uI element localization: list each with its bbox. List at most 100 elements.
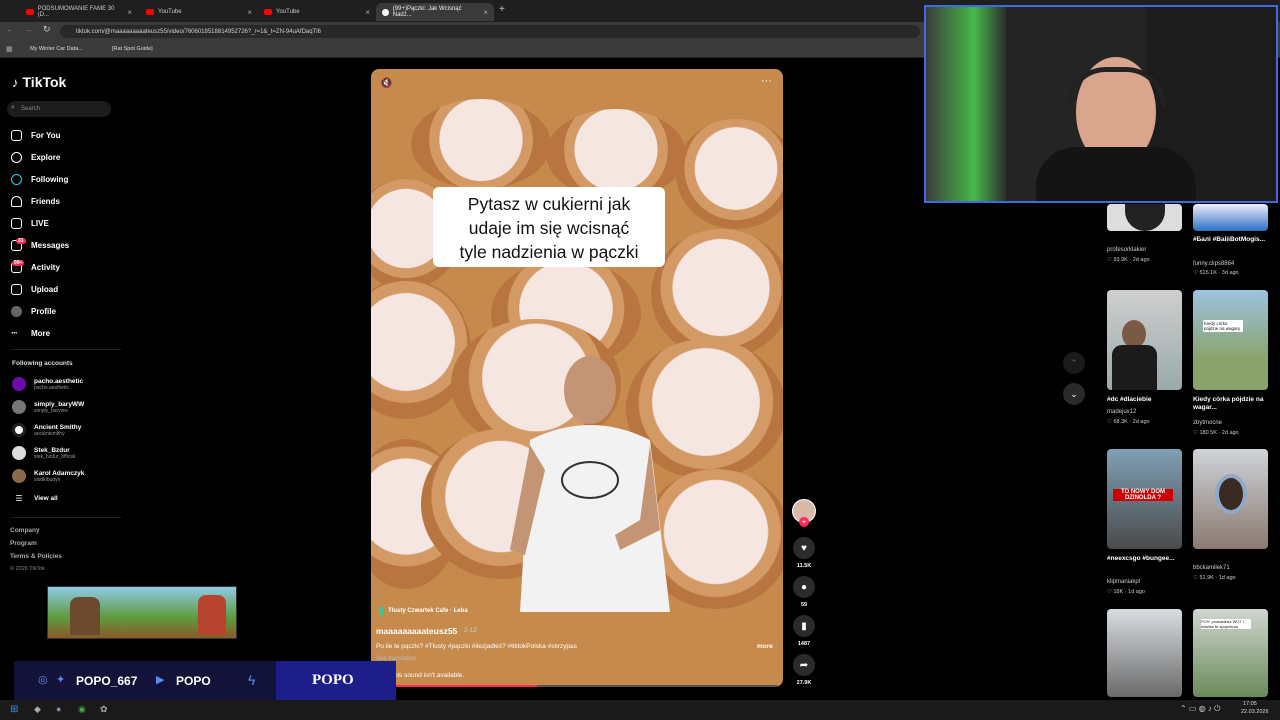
footer-program[interactable]: Program — [10, 540, 37, 547]
video-user[interactable]: zbytmocne — [1193, 420, 1222, 426]
tab-fame30[interactable]: PODSUMOWANIE FAME 30 (D... × — [20, 3, 138, 21]
location-icon — [379, 607, 383, 615]
bookmark-item[interactable]: [Rat Spot Guide] — [112, 46, 153, 52]
video-title[interactable]: #dc #dlaciebie — [1107, 396, 1179, 404]
video-user[interactable]: bbckamilek71 — [1193, 565, 1230, 571]
friends-icon — [11, 196, 22, 207]
video-author[interactable]: maaaaaaaaateusz55 — [376, 626, 457, 636]
following-accounts-heading: Following accounts — [12, 360, 73, 367]
app-icon[interactable]: ◆ — [34, 704, 41, 715]
apps-grid-icon[interactable]: ▦ — [6, 45, 13, 53]
more-link[interactable]: more — [757, 643, 773, 650]
nav-following[interactable]: Following — [11, 174, 68, 185]
reload-icon[interactable]: ↻ — [43, 24, 51, 35]
video-stats: ♡ 51.9K · 1d ago — [1193, 575, 1236, 581]
save-button[interactable]: ▮ — [793, 615, 815, 637]
video-title[interactable]: Kiedy córka pójdzie na wagar... — [1193, 396, 1265, 412]
video-date: 2-12 — [464, 627, 478, 634]
app-icon[interactable]: ✿ — [100, 704, 108, 715]
account-item[interactable]: Ancient Smithy ancientsmithy — [12, 423, 81, 437]
tiktok-logo[interactable]: ♪ TikTok — [12, 74, 66, 90]
character-figure — [198, 595, 226, 635]
video-user[interactable]: klipmaniakpl — [1107, 579, 1140, 585]
nav-live[interactable]: LIVE — [11, 218, 49, 229]
man-figure — [510, 356, 670, 612]
nav-more[interactable]: ··· More — [11, 328, 50, 338]
nav-for-you[interactable]: For You — [11, 130, 60, 141]
address-bar[interactable]: tiktok.com/@maaaaaaaaateusz55/video/7606… — [60, 25, 920, 38]
avatar — [12, 400, 26, 414]
tray-icons[interactable]: ⌃ ▭ ◍ ♪ ⏻ — [1180, 704, 1220, 714]
video-thumbnail[interactable] — [1193, 449, 1268, 549]
app-icon[interactable]: ● — [56, 704, 61, 714]
video-thumbnail[interactable]: POV: prowadzisz WOT i widzisz te spojrze… — [1193, 609, 1268, 697]
video-user[interactable]: funny.clips8864 — [1193, 261, 1234, 267]
previous-video-button[interactable]: ⌃ — [1063, 352, 1085, 374]
video-stats: ♡ 18K · 1d ago — [1107, 589, 1145, 595]
sound-status: This sound isn't available. — [390, 672, 465, 679]
account-item[interactable]: simply_baryWW simply_baryww — [12, 400, 84, 414]
chevron-up-icon: ⌃ — [1070, 358, 1078, 368]
comment-icon: ● — [800, 581, 808, 593]
view-all-link[interactable]: ☰ View all — [12, 494, 57, 503]
video-user[interactable]: profesorklakier — [1107, 247, 1146, 253]
close-tab-icon[interactable]: × — [247, 8, 252, 17]
bookmark-icon: ▮ — [801, 620, 807, 632]
progress-track[interactable] — [376, 685, 778, 687]
back-icon[interactable]: ← — [6, 25, 14, 34]
compass-icon — [11, 152, 22, 163]
close-tab-icon[interactable]: × — [127, 8, 132, 17]
clock-time[interactable]: 17:05 — [1243, 701, 1257, 707]
account-item[interactable]: pacho.aesthetic pacho.aesthetic — [12, 377, 83, 391]
heart-icon: ♥ — [801, 542, 807, 554]
video-user[interactable]: madejux12 — [1107, 409, 1136, 415]
chrome-icon[interactable]: ◉ — [78, 704, 86, 715]
windows-taskbar: ⊞ ◆ ● ◉ ✿ ⌃ ▭ ◍ ♪ ⏻ 17:05 22.03.2026 — [0, 700, 1280, 720]
mute-icon[interactable]: 🔇 — [380, 78, 392, 89]
nav-explore[interactable]: Explore — [11, 152, 60, 163]
video-thumbnail[interactable] — [1107, 609, 1182, 697]
video-thumbnail[interactable]: TO NOWY DOM DZINOLDA ? — [1107, 449, 1182, 549]
video-title[interactable]: #neexcsgo #bungee... — [1107, 555, 1179, 563]
bookmark-item[interactable]: My Winter Car Data... — [30, 46, 83, 52]
live-tv-icon — [11, 218, 22, 229]
tab-tiktok-active[interactable]: (99+)Pączki: Jak Wcisnąć Nadz... × — [376, 3, 494, 21]
video-caption-overlay: Pytasz w cukierni jak udaje im się wcisn… — [433, 187, 665, 267]
nav-friends[interactable]: Friends — [11, 196, 60, 207]
follow-plus-icon[interactable]: + — [799, 517, 809, 527]
video-stats: ♡ 180.5K · 2d ago — [1193, 430, 1239, 436]
close-tab-icon[interactable]: × — [483, 8, 488, 17]
instagram-icon: ◎ — [38, 674, 48, 686]
share-button[interactable]: ➦ — [793, 654, 815, 676]
social-handle: POPO_667 — [76, 674, 138, 688]
footer-terms[interactable]: Terms & Policies — [10, 553, 62, 560]
footer-copyright: © 2026 TikTok — [10, 566, 45, 572]
avatar — [12, 377, 26, 391]
close-tab-icon[interactable]: × — [365, 8, 370, 17]
video-thumbnail[interactable]: Kiedy córka pójdzie na wagary — [1193, 290, 1268, 390]
search-input[interactable]: ⌕ Search — [7, 101, 111, 117]
footer-company[interactable]: Company — [10, 527, 40, 534]
nav-upload[interactable]: Upload — [11, 284, 58, 295]
account-item[interactable]: Karol Adamczyk slodkibudyn — [12, 469, 84, 483]
windows-start-icon[interactable]: ⊞ — [10, 704, 18, 715]
nav-profile[interactable]: Profile — [11, 306, 56, 317]
tiktok-note-icon: ♪ — [12, 74, 19, 90]
forward-icon[interactable]: → — [25, 25, 33, 34]
comment-button[interactable]: ● — [793, 576, 815, 598]
more-dots-icon: ··· — [11, 328, 18, 338]
video-thumbnail[interactable] — [1107, 204, 1182, 231]
game-ad-banner[interactable] — [47, 586, 237, 639]
next-video-button[interactable]: ⌄ — [1063, 383, 1085, 405]
like-button[interactable]: ♥ — [793, 537, 815, 559]
account-item[interactable]: Stek_Bzdur stek_bzdur_official — [12, 446, 75, 460]
video-thumbnail[interactable] — [1193, 204, 1268, 231]
clock-date[interactable]: 22.03.2026 — [1241, 709, 1269, 715]
video-title[interactable]: #Балі #BaliiBotMogis... — [1193, 236, 1265, 244]
new-tab-button[interactable]: + — [499, 4, 505, 15]
more-options-icon[interactable]: ··· — [761, 75, 772, 87]
video-thumbnail[interactable] — [1107, 290, 1182, 390]
tab-youtube-1[interactable]: YouTube × — [140, 3, 258, 21]
tab-youtube-2[interactable]: YouTube × — [258, 3, 376, 21]
location-tag[interactable]: Tłusty Czwartek Cafe · Łeba — [388, 608, 468, 614]
